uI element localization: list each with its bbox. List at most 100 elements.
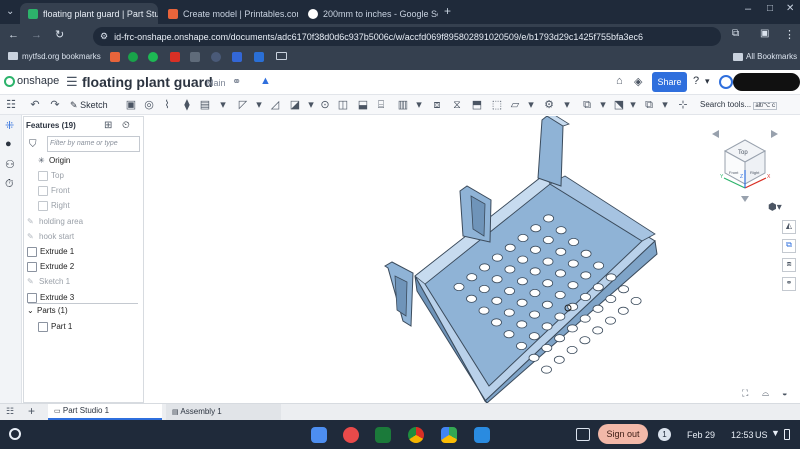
all-bookmarks-label[interactable]: All Bookmarks [746, 52, 797, 61]
fillet-icon[interactable]: ◸ [236, 98, 250, 112]
hole-icon[interactable]: ⊙ [318, 98, 332, 112]
learning-center-icon[interactable]: ▲ [260, 75, 271, 87]
maximize-icon[interactable]: □ [767, 3, 773, 14]
launcher-icon[interactable] [9, 428, 21, 440]
app-store-icon[interactable]: ⌂ [616, 75, 623, 87]
battery-icon[interactable] [784, 429, 790, 440]
address-bar[interactable]: ⚙ id-frc-onshape.onshape.com/documents/a… [93, 27, 721, 46]
close-window-icon[interactable]: ✕ [786, 3, 794, 14]
sketch-button[interactable]: ✎ Sketch [70, 97, 116, 113]
parts-icon[interactable]: ⚇ [5, 158, 15, 171]
add-tab-icon[interactable]: + [28, 404, 35, 418]
rotate-down-icon[interactable] [741, 196, 749, 202]
display-states-icon[interactable]: ⬔ [612, 98, 626, 112]
part-item[interactable]: Part 1 [24, 320, 145, 334]
pattern-icon[interactable]: ⧈ [430, 98, 444, 112]
onshape-logo-icon[interactable] [4, 76, 15, 87]
feature-item-hook-start[interactable]: ✎ hook start [24, 230, 145, 244]
wifi-icon[interactable]: ▼ [771, 428, 780, 438]
new-tab-icon[interactable]: + [444, 4, 451, 18]
view-cube[interactable]: Top Front Right Y X Z [710, 126, 780, 208]
sidepanel-icon[interactable]: ▣ [760, 28, 769, 39]
onshape-brand[interactable]: onshape [17, 75, 59, 87]
site-info-icon[interactable]: ⚙ [100, 31, 108, 42]
chrome-app-icon[interactable] [408, 427, 424, 443]
browser-tab-google[interactable]: 200mm to inches - Google Search ✕ [300, 3, 438, 24]
chamfer-icon[interactable]: ◿ [268, 98, 282, 112]
right-panel-configurations-icon[interactable]: ⧈ [782, 258, 796, 272]
document-title[interactable]: floating plant guard [82, 74, 213, 90]
add-folder-icon[interactable]: ⊞ [104, 120, 112, 131]
feature-filter-input[interactable]: Filter by name or type [47, 136, 140, 152]
bookmark-favicon-icon[interactable] [232, 52, 242, 62]
orientation-icon[interactable]: ⛶ [742, 388, 748, 399]
cylinder-icon[interactable]: ⌸ [374, 98, 388, 112]
feature-item-origin[interactable]: ✳ Origin [24, 154, 145, 168]
avatar[interactable] [719, 75, 733, 89]
rotate-right-icon[interactable] [771, 130, 778, 138]
browser-tab-onshape[interactable]: floating plant guard | Part Studio ✕ [20, 3, 158, 24]
feature-item-front[interactable]: Front [24, 184, 145, 198]
sweep-icon[interactable]: ⌇ [160, 98, 174, 112]
link-icon[interactable]: ⚭ [232, 75, 241, 88]
reload-icon[interactable]: ↻ [55, 28, 64, 41]
chevron-down-icon[interactable]: ▾ [658, 98, 672, 112]
back-icon[interactable]: ← [8, 29, 19, 41]
screen-capture-icon[interactable] [576, 428, 590, 441]
chevron-down-icon[interactable]: ▾ [304, 98, 318, 112]
sign-out-button[interactable]: Sign out [598, 424, 648, 444]
tab-manager-icon[interactable]: ☷ [6, 406, 14, 417]
feature-item-top[interactable]: Top [24, 169, 145, 183]
feature-item-sketch-1[interactable]: ✎ Sketch 1 [24, 275, 145, 289]
rotate-left-icon[interactable] [712, 130, 719, 138]
zoom-icon[interactable]: ⌓ [762, 388, 769, 399]
bookmark-favicon-icon[interactable] [211, 52, 221, 62]
mirror-icon[interactable]: ⧖ [450, 98, 464, 112]
mate-connector-icon[interactable]: ⁜ [5, 119, 14, 132]
locale-label[interactable]: US [755, 430, 768, 440]
comments-icon[interactable]: ● [5, 138, 12, 150]
graphics-canvas[interactable]: Top Front Right Y X Z ⬢▾ ◭ ⧉ ⧈ ⚭ ⛶ ⌓ ◒ [145, 113, 800, 404]
chevron-down-icon[interactable]: ▾ [560, 98, 574, 112]
chevron-down-icon[interactable]: ▾ [216, 98, 230, 112]
transform-icon[interactable]: ▥ [396, 98, 410, 112]
bookmark-favicon-icon[interactable] [148, 52, 158, 62]
add-custom-feature-icon[interactable]: ⊹ [676, 98, 690, 112]
extrude-icon[interactable]: ▣ [124, 98, 138, 112]
chevron-down-icon[interactable]: ▾ [524, 98, 538, 112]
tab-search-icon[interactable]: ⌄ [6, 6, 14, 17]
minimize-icon[interactable]: – [745, 3, 751, 15]
bookmark-favicon-icon[interactable] [170, 52, 180, 62]
help-chevron-down-icon[interactable]: ▾ [705, 76, 710, 87]
help-icon[interactable]: ? [693, 75, 699, 87]
right-panel-parts-icon[interactable]: ⧉ [782, 239, 796, 253]
bookmark-favicon-icon[interactable] [110, 52, 120, 62]
rollback-timer-icon[interactable]: ⏲ [122, 120, 130, 131]
classroom-app-icon[interactable] [375, 427, 391, 443]
shell-icon[interactable]: ◪ [288, 98, 302, 112]
revolve-icon[interactable]: ◎ [142, 98, 156, 112]
feature-item-holding-area[interactable]: ✎ holding area [24, 215, 145, 229]
feature-item-right[interactable]: Right [24, 199, 145, 213]
feature-item-extrude-2[interactable]: Extrude 2 [24, 260, 145, 274]
thicken-icon[interactable]: ▤ [198, 98, 212, 112]
section-icon[interactable]: ⧉ [580, 98, 594, 112]
search-tools-input[interactable]: Search tools... alt/⌥ c [700, 97, 786, 113]
right-panel-variables-icon[interactable]: ⚭ [782, 277, 796, 291]
extensions-icon[interactable]: ⧉ [732, 28, 739, 39]
split-icon[interactable]: ⬓ [356, 98, 370, 112]
plane-icon[interactable]: ▱ [508, 98, 522, 112]
browser-tab-printables[interactable]: Create model | Printables.com ✕ [160, 3, 298, 24]
redo-icon[interactable]: ↷ [48, 98, 62, 112]
view-options-cube-icon[interactable]: ⬢▾ [768, 202, 782, 213]
feature-item-extrude-1[interactable]: Extrude 1 [24, 245, 145, 259]
tab-assembly-1[interactable]: ▤ Assembly 1 [166, 404, 281, 420]
assembly-icon[interactable]: ⧉ [642, 98, 656, 112]
notification-badge[interactable]: 1 [658, 428, 671, 441]
forward-icon[interactable]: → [31, 29, 42, 41]
surface-icon[interactable]: ⬚ [490, 98, 504, 112]
bookmark-folder-icon[interactable] [276, 52, 287, 60]
hamburger-menu-icon[interactable]: ☰ [66, 74, 78, 90]
undo-icon[interactable]: ↶ [28, 98, 42, 112]
tab-part-studio-1[interactable]: ▭ Part Studio 1 [48, 404, 162, 420]
